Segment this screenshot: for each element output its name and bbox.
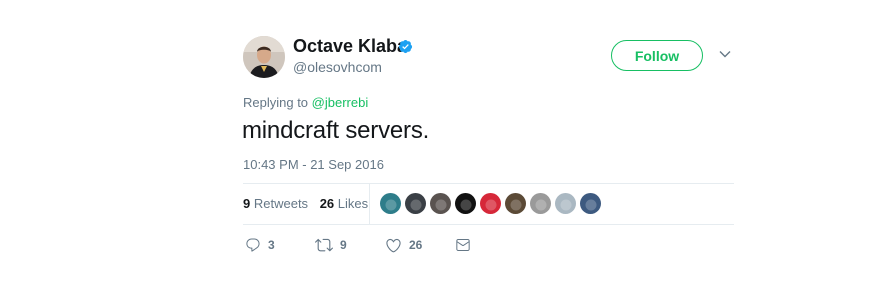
like-button[interactable]: 26 <box>385 236 422 254</box>
divider <box>243 183 734 184</box>
tweet-stats: 9 Retweets 26 Likes <box>243 196 376 211</box>
retweets-count: 9 <box>243 196 251 211</box>
reply-icon <box>246 238 260 252</box>
follow-button[interactable]: Follow <box>611 40 703 71</box>
liker-avatar[interactable] <box>455 193 476 214</box>
liker-avatar[interactable] <box>380 193 401 214</box>
reply-context: Replying to @jberrebi <box>243 95 368 110</box>
reply-button[interactable]: 3 <box>245 236 275 254</box>
chevron-down-icon[interactable] <box>719 50 731 58</box>
retweet-icon <box>315 238 333 252</box>
liker-avatar[interactable] <box>430 193 451 214</box>
verified-badge-icon <box>398 39 413 54</box>
liker-avatar[interactable] <box>580 193 601 214</box>
stats-divider <box>369 184 370 224</box>
tweet-card: Octave Klaba @olesovhcom Follow Replying… <box>0 0 896 306</box>
user-handle[interactable]: @olesovhcom <box>293 59 382 75</box>
avatar[interactable] <box>243 36 285 78</box>
reply-context-prefix: Replying to <box>243 95 309 110</box>
likes-stat[interactable]: 26 Likes <box>320 196 368 211</box>
display-name[interactable]: Octave Klaba <box>293 36 407 57</box>
direct-message-icon <box>456 239 470 252</box>
retweets-label: Retweets <box>253 196 309 211</box>
retweet-button[interactable]: 9 <box>315 236 347 254</box>
liker-avatar[interactable] <box>405 193 426 214</box>
direct-message-button[interactable] <box>455 236 471 254</box>
reply-count: 3 <box>268 238 275 252</box>
liker-avatar[interactable] <box>505 193 526 214</box>
liker-avatar[interactable] <box>480 193 501 214</box>
retweets-stat[interactable]: 9 Retweets <box>243 196 308 211</box>
like-count: 26 <box>409 238 423 252</box>
reply-mention-link[interactable]: @jberrebi <box>312 95 369 110</box>
divider <box>243 224 734 225</box>
liker-avatars <box>380 193 605 215</box>
tweet-timestamp[interactable]: 10:43 PM - 21 Sep 2016 <box>243 157 384 172</box>
likes-label: Likes <box>337 196 369 211</box>
heart-icon <box>386 238 401 252</box>
retweet-count: 9 <box>340 238 347 252</box>
likes-count: 26 <box>319 196 335 211</box>
tweet-text: mindcraft servers. <box>242 117 430 144</box>
liker-avatar[interactable] <box>530 193 551 214</box>
liker-avatar[interactable] <box>555 193 576 214</box>
